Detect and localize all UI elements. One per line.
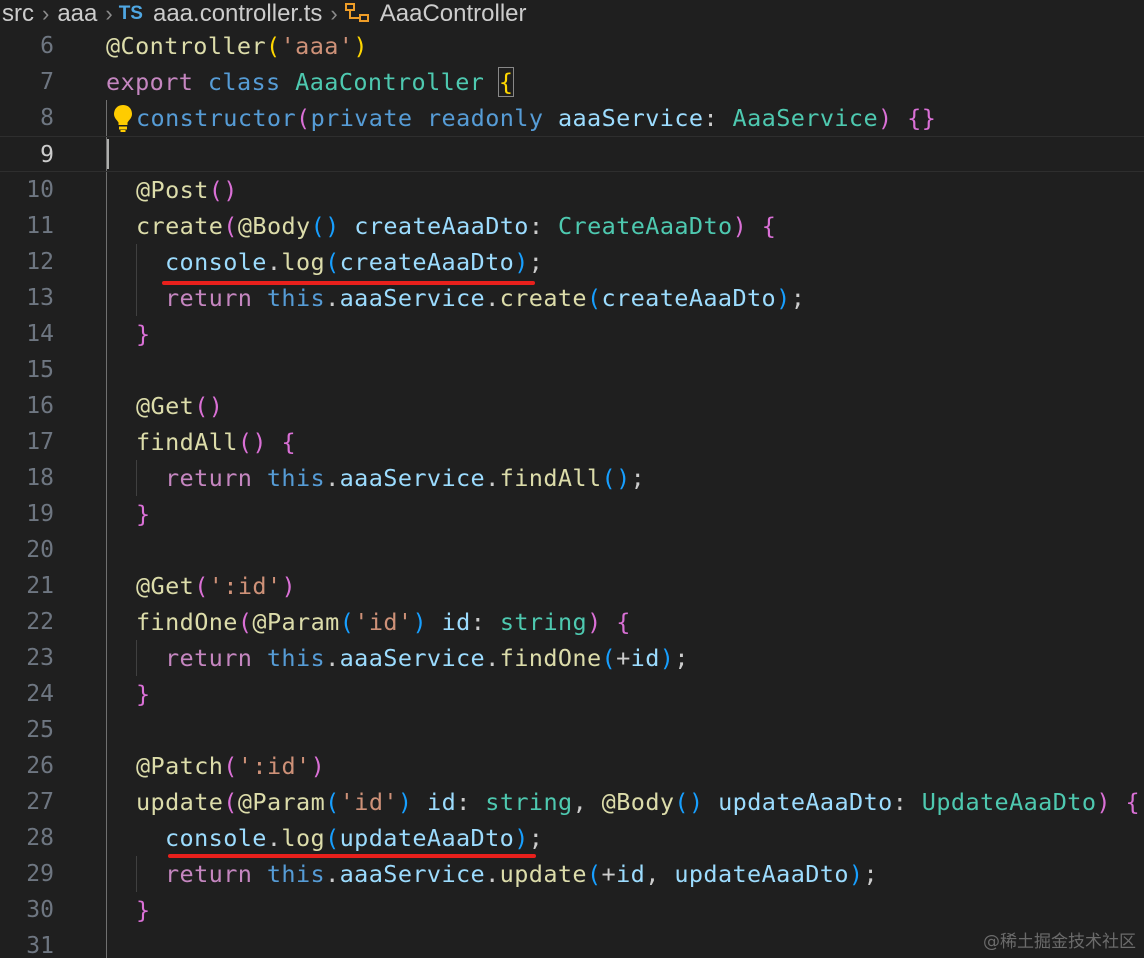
code-text[interactable]: } — [136, 892, 151, 928]
code-line: 11 create(@Body() createAaaDto: CreateAa… — [0, 208, 1144, 244]
line-number: 23 — [26, 645, 54, 671]
code-line: 27 update(@Param('id') id: string, @Body… — [0, 784, 1144, 820]
code-line: 12 console.log(createAaaDto); — [0, 244, 1144, 280]
line-number: 13 — [26, 285, 54, 311]
line-number: 8 — [40, 105, 54, 131]
line-number: 14 — [26, 321, 54, 347]
text-cursor — [107, 139, 109, 169]
code-line: 21 @Get(':id') — [0, 568, 1144, 604]
code-text[interactable]: return this.aaaService.findOne(+id); — [165, 640, 689, 676]
class-symbol-icon — [344, 3, 369, 22]
breadcrumb-folder-aaa[interactable]: aaa — [55, 0, 99, 28]
code-text[interactable]: console.log(updateAaaDto); — [165, 820, 543, 856]
code-line: 8 constructor(private readonly aaaServic… — [0, 100, 1144, 136]
code-text[interactable]: } — [136, 496, 151, 532]
code-line: 17 findAll() { — [0, 424, 1144, 460]
line-number: 7 — [40, 69, 54, 95]
line-number: 12 — [26, 249, 54, 275]
breadcrumb-file[interactable]: aaa.controller.ts — [151, 0, 324, 28]
breadcrumb-folder-src[interactable]: src — [0, 0, 36, 28]
line-number: 11 — [26, 213, 54, 239]
code-text[interactable]: return this.aaaService.create(createAaaD… — [165, 280, 805, 316]
typescript-file-icon: TS — [118, 3, 143, 24]
line-number: 24 — [26, 681, 54, 707]
code-editor[interactable]: 6 @Controller('aaa') 7 export class AaaC… — [0, 28, 1144, 958]
code-line: 14 } — [0, 316, 1144, 352]
line-number: 10 — [26, 177, 54, 203]
code-line: 15 — [0, 352, 1144, 388]
code-line: 16 @Get() — [0, 388, 1144, 424]
chevron-right-icon: › — [42, 1, 50, 26]
watermark: @稀土掘金技术社区 — [983, 932, 1136, 952]
code-text[interactable]: @Post() — [136, 172, 238, 208]
code-line: 20 — [0, 532, 1144, 568]
code-line: 22 findOne(@Param('id') id: string) { — [0, 604, 1144, 640]
breadcrumb: src › aaa › TS aaa.controller.ts › AaaCo… — [0, 0, 1144, 28]
line-number: 6 — [40, 33, 54, 59]
code-line: 23 return this.aaaService.findOne(+id); — [0, 640, 1144, 676]
line-number: 28 — [26, 825, 54, 851]
code-line: 18 return this.aaaService.findAll(); — [0, 460, 1144, 496]
line-number: 25 — [26, 717, 54, 743]
code-line: 26 @Patch(':id') — [0, 748, 1144, 784]
code-text[interactable]: update(@Param('id') id: string, @Body() … — [136, 784, 1140, 820]
line-number: 22 — [26, 609, 54, 635]
code-line: 30 } — [0, 892, 1144, 928]
line-number: 16 — [26, 393, 54, 419]
code-text[interactable]: @Patch(':id') — [136, 748, 325, 784]
line-number: 26 — [26, 753, 54, 779]
code-line: 28 console.log(updateAaaDto); — [0, 820, 1144, 856]
line-number: 27 — [26, 789, 54, 815]
code-line: 13 return this.aaaService.create(createA… — [0, 280, 1144, 316]
line-number: 30 — [26, 897, 54, 923]
code-line: 6 @Controller('aaa') — [0, 28, 1144, 64]
line-number: 29 — [26, 861, 54, 887]
code-line-current: 9 — [0, 136, 1144, 172]
line-number: 17 — [26, 429, 54, 455]
code-text[interactable]: } — [136, 316, 151, 352]
code-line: 7 export class AaaController { — [0, 64, 1144, 100]
code-text[interactable]: findAll() { — [136, 424, 296, 460]
code-text[interactable]: export class AaaController { — [106, 64, 515, 100]
code-text[interactable]: constructor(private readonly aaaService:… — [136, 100, 936, 136]
code-text[interactable]: @Get() — [136, 388, 223, 424]
line-number: 20 — [26, 537, 54, 563]
line-number: 21 — [26, 573, 54, 599]
code-line: 19 } — [0, 496, 1144, 532]
line-number: 19 — [26, 501, 54, 527]
code-text[interactable]: } — [136, 676, 151, 712]
code-text[interactable]: create(@Body() createAaaDto: CreateAaaDt… — [136, 208, 776, 244]
code-line: 24 } — [0, 676, 1144, 712]
breadcrumb-symbol[interactable]: AaaController — [378, 0, 529, 28]
code-line: 29 return this.aaaService.update(+id, up… — [0, 856, 1144, 892]
code-text[interactable]: return this.aaaService.update(+id, updat… — [165, 856, 878, 892]
code-line: 31 — [0, 928, 1144, 958]
lightbulb-icon[interactable] — [112, 103, 134, 133]
chevron-right-icon: › — [330, 1, 338, 26]
code-text[interactable]: @Get(':id') — [136, 568, 296, 604]
code-line: 25 — [0, 712, 1144, 748]
line-number: 31 — [26, 933, 54, 958]
line-number: 18 — [26, 465, 54, 491]
line-number: 9 — [40, 142, 54, 168]
chevron-right-icon: › — [105, 1, 113, 26]
line-number: 15 — [26, 357, 54, 383]
code-line: 10 @Post() — [0, 172, 1144, 208]
code-text[interactable]: return this.aaaService.findAll(); — [165, 460, 645, 496]
code-text[interactable]: findOne(@Param('id') id: string) { — [136, 604, 631, 640]
code-text[interactable]: console.log(createAaaDto); — [165, 244, 543, 280]
code-text[interactable]: @Controller('aaa') — [106, 28, 368, 64]
